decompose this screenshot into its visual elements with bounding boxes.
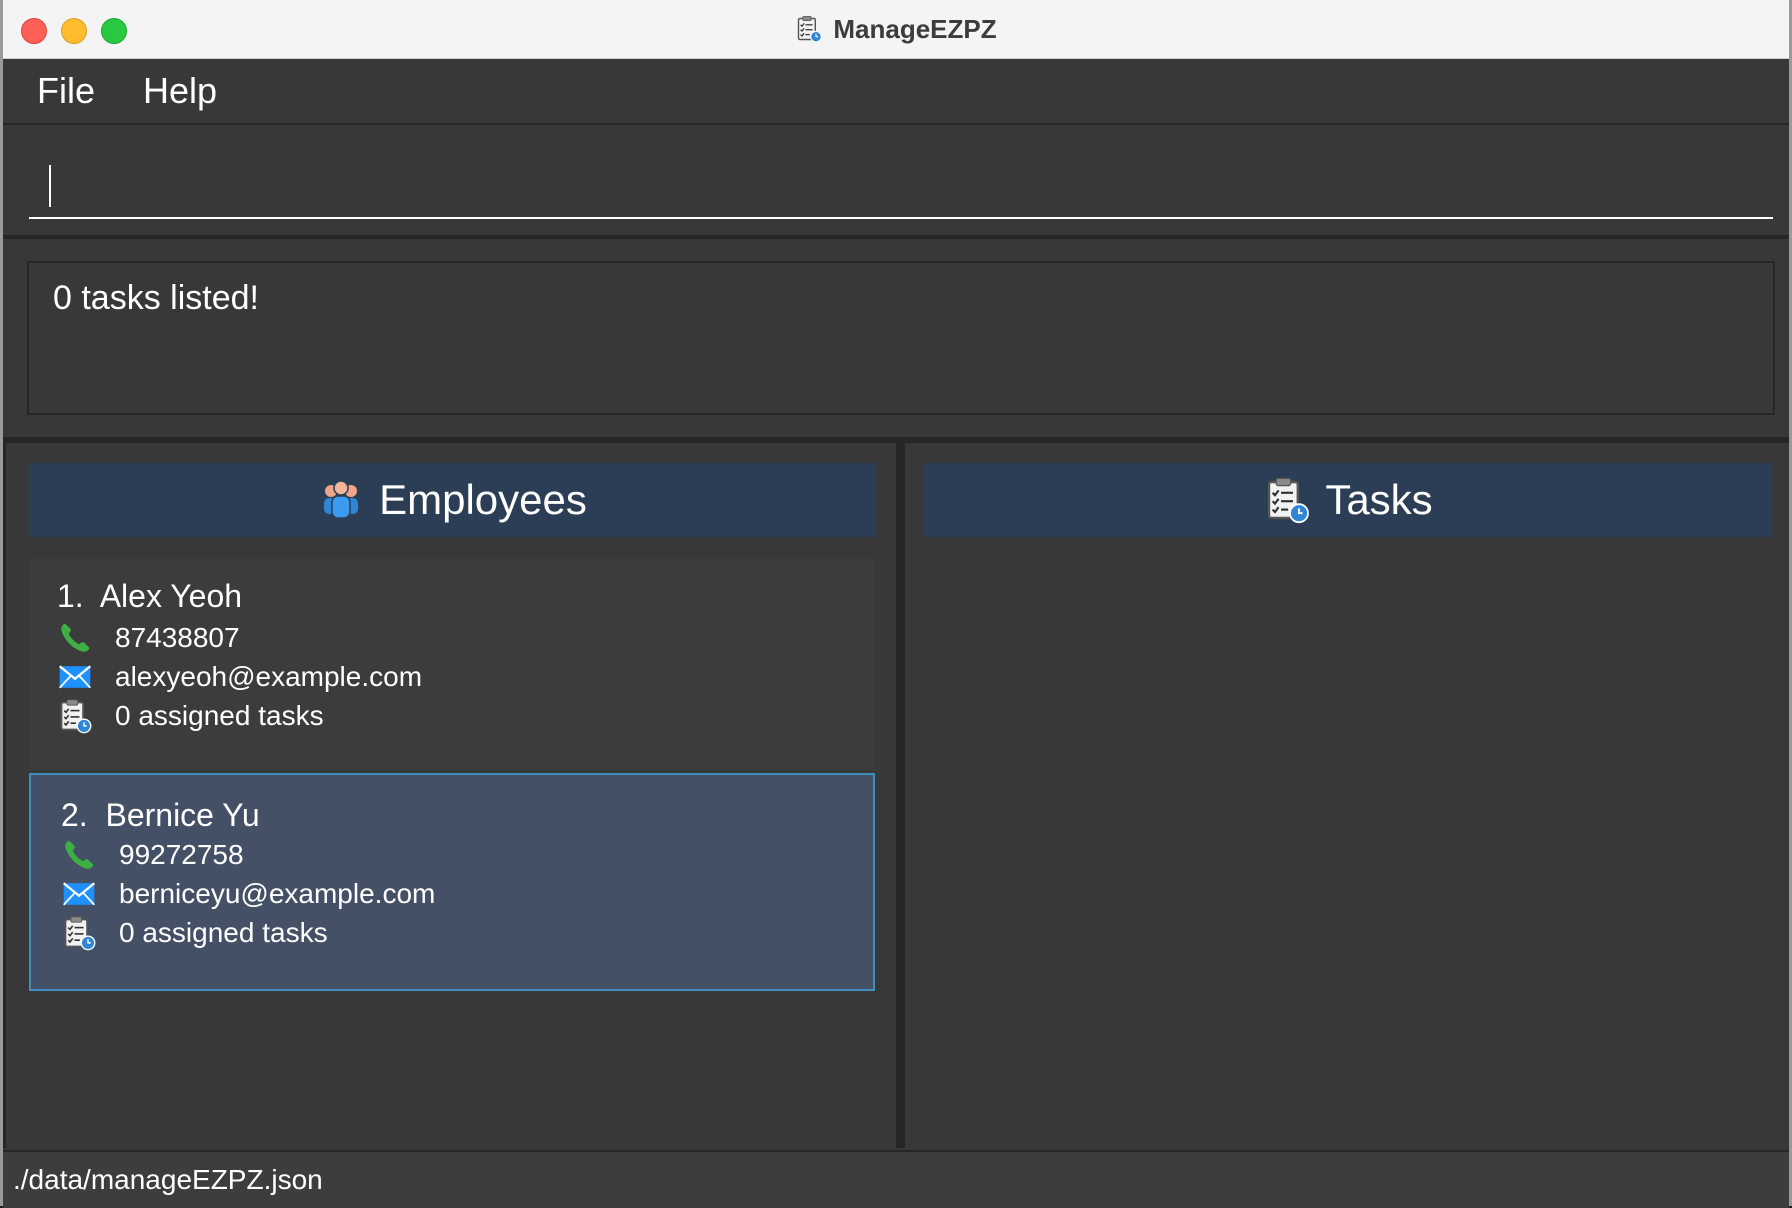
result-display[interactable]: 0 tasks listed! <box>27 261 1775 415</box>
employee-name: 1. Alex Yeoh <box>57 578 243 614</box>
menu-file[interactable]: File <box>19 70 113 112</box>
email-icon <box>61 876 97 912</box>
employee-task-count: 0 assigned tasks <box>115 700 324 731</box>
employee-email-row: alexyeoh@example.com <box>57 657 422 697</box>
tasks-title: Tasks <box>1325 476 1433 523</box>
command-box-area <box>3 125 1789 239</box>
menu-bar: File Help <box>3 59 1789 125</box>
status-bar: ./data/manageEZPZ.json <box>3 1150 1789 1208</box>
employee-name: 2. Bernice Yu <box>61 797 260 833</box>
app-window: ManageEZPZ File Help 0 tasks listed! Emp… <box>0 0 1792 1208</box>
employees-panel: Employees 1. Alex Yeoh 87438807 alexyeoh… <box>6 443 896 1148</box>
phone-icon <box>57 620 93 656</box>
app-logo-icon <box>795 14 823 44</box>
task-clipboard-icon <box>1263 476 1311 524</box>
email-icon <box>57 659 93 695</box>
tasks-header: Tasks <box>924 463 1772 537</box>
result-message: 0 tasks listed! <box>53 279 259 317</box>
employee-phone-row: 99272758 <box>61 835 244 875</box>
employee-tasks-row: 0 assigned tasks <box>61 913 328 953</box>
task-clipboard-icon <box>61 915 97 951</box>
tasks-panel: Tasks <box>905 443 1789 1148</box>
employee-tasks-row: 0 assigned tasks <box>57 696 324 736</box>
text-caret <box>49 165 51 207</box>
employee-email: alexyeoh@example.com <box>115 661 423 692</box>
main-panels: Employees 1. Alex Yeoh 87438807 alexyeoh… <box>3 441 1789 1148</box>
employee-card-selected[interactable]: 2. Bernice Yu 99272758 berniceyu@example… <box>29 773 875 991</box>
employees-title: Employees <box>379 476 587 523</box>
employee-email-row: berniceyu@example.com <box>61 874 435 914</box>
command-input[interactable] <box>29 155 1773 219</box>
employees-header: Employees <box>29 463 875 537</box>
window-title: ManageEZPZ <box>833 13 997 44</box>
save-file-path: ./data/manageEZPZ.json <box>13 1164 323 1195</box>
people-icon <box>324 480 359 519</box>
employee-task-count: 0 assigned tasks <box>119 917 328 948</box>
menu-help[interactable]: Help <box>125 70 235 112</box>
employee-email: berniceyu@example.com <box>119 878 436 909</box>
result-display-area: 0 tasks listed! <box>3 239 1789 441</box>
task-clipboard-icon <box>57 698 93 734</box>
employee-phone: 99272758 <box>119 839 244 870</box>
title-bar[interactable]: ManageEZPZ <box>3 0 1789 59</box>
phone-icon <box>61 837 97 873</box>
employee-phone-row: 87438807 <box>57 618 240 658</box>
employee-phone: 87438807 <box>115 622 240 653</box>
employee-card[interactable]: 1. Alex Yeoh 87438807 alexyeoh@example.c… <box>29 558 875 770</box>
